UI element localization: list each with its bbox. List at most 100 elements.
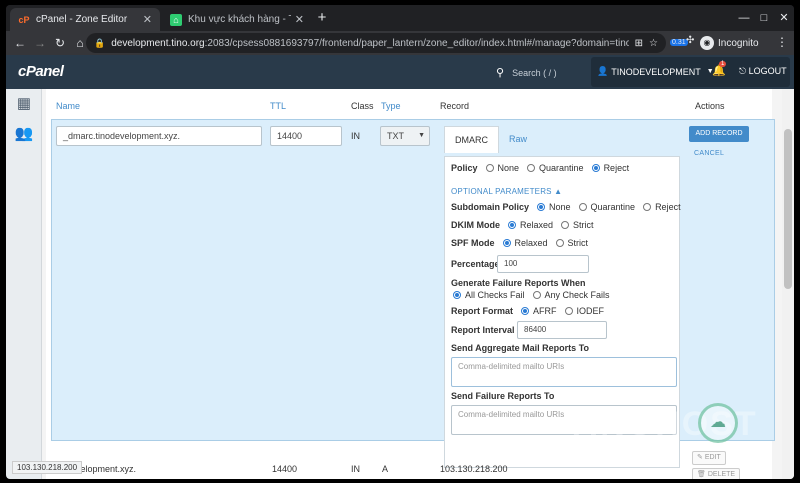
- row-ttl: 14400: [272, 464, 298, 474]
- subdomain-quarantine-radio[interactable]: [578, 203, 587, 211]
- header-name[interactable]: Name: [56, 101, 80, 111]
- optional-parameters-toggle[interactable]: OPTIONAL PARAMETERS ▲: [451, 187, 562, 196]
- header-type[interactable]: Type: [381, 101, 401, 111]
- tab-title: Khu vực khách hàng - Tino: [188, 14, 291, 25]
- edit-button[interactable]: ✎ EDIT: [692, 451, 726, 465]
- subdomain-policy-row: Subdomain Policy None Quarantine Reject: [451, 202, 681, 212]
- row-record: 103.130.218.200: [440, 464, 508, 474]
- user-menu[interactable]: 👤 TINODEVELOPMENT ▼: [597, 66, 714, 77]
- row-type: A: [382, 464, 389, 474]
- aggregate-label-row: Send Aggregate Mail Reports To: [451, 343, 590, 353]
- close-icon[interactable]: ✕: [143, 13, 152, 26]
- ttl-input[interactable]: 14400: [270, 126, 342, 146]
- browser-toolbar: ← → ↻ ⌂ 🔒 development.tino.org:2083/cpse…: [6, 31, 794, 55]
- tab-tino[interactable]: ⌂ Khu vực khách hàng - Tino ✕: [162, 8, 312, 31]
- cpanel-sidebar: ▦ 👥: [6, 89, 42, 479]
- scrollbar-thumb[interactable]: [784, 129, 792, 289]
- header-record: Record: [440, 101, 470, 111]
- report-format-row: Report Format AFRF IODEF: [451, 306, 605, 316]
- notification-badge: 1: [719, 61, 727, 67]
- name-input[interactable]: _dmarc.tinodevelopment.xyz.: [56, 126, 262, 146]
- tino-icon: ⌂: [170, 13, 182, 26]
- percentage-input[interactable]: 100: [497, 255, 589, 273]
- iodef-radio[interactable]: [564, 307, 573, 315]
- policy-reject-radio[interactable]: [591, 164, 600, 172]
- add-record-button[interactable]: ADD RECORD: [689, 126, 749, 142]
- forward-icon[interactable]: →: [30, 36, 50, 50]
- close-icon[interactable]: ✕: [295, 13, 304, 26]
- chevron-up-icon: ▲: [554, 187, 563, 196]
- report-interval-input[interactable]: 86400: [517, 321, 607, 339]
- record-tabs: DMARC Raw: [444, 126, 537, 153]
- browser-menu-icon[interactable]: ⋮: [776, 35, 788, 49]
- aggregate-reports-textarea[interactable]: Comma-delimited mailto URIs: [451, 357, 677, 387]
- grid-apps-icon[interactable]: ▦: [13, 95, 35, 113]
- cpanel-header: cPanel ⚲ Search ( / ) 👤 TINODEVELOPMENT …: [6, 55, 794, 89]
- tab-cpanel[interactable]: cP cPanel - Zone Editor ✕: [10, 8, 160, 31]
- all-checks-fail-radio[interactable]: [453, 291, 461, 299]
- any-check-fails-radio[interactable]: [532, 291, 541, 299]
- spf-mode-row: SPF Mode Relaxed Strict: [451, 238, 589, 248]
- url-text: development.tino.org:2083/cpsess08816937…: [111, 37, 629, 49]
- edit-record-row: _dmarc.tinodevelopment.xyz. 14400 IN TXT…: [51, 119, 775, 468]
- incognito-icon: ◉: [700, 36, 714, 50]
- subdomain-none-radio[interactable]: [537, 203, 546, 211]
- header-right: 👤 TINODEVELOPMENT ▼ 🔔 1 ⎋ LOGOUT: [591, 57, 790, 87]
- status-bar-url: 103.130.218.200: [12, 461, 83, 474]
- header-actions: Actions: [695, 101, 725, 111]
- cloud-logo-icon: ☁: [698, 403, 738, 443]
- failure-reports-label-row: Generate Failure Reports When: [451, 278, 586, 288]
- dkim-mode-row: DKIM Mode Relaxed Strict: [451, 220, 594, 230]
- class-value: IN: [351, 131, 360, 141]
- policy-quarantine-radio[interactable]: [527, 164, 536, 172]
- minimize-icon[interactable]: —: [736, 10, 752, 26]
- new-tab-icon[interactable]: +: [312, 9, 332, 26]
- translate-icon[interactable]: ⊞: [635, 38, 643, 49]
- tab-dmarc[interactable]: DMARC: [444, 126, 499, 153]
- spf-strict-radio[interactable]: [555, 239, 564, 247]
- dkim-strict-radio[interactable]: [561, 221, 570, 229]
- policy-none-radio[interactable]: [485, 164, 494, 172]
- cpanel-search[interactable]: ⚲ Search ( / ): [496, 66, 557, 79]
- reload-icon[interactable]: ↻: [50, 36, 70, 50]
- users-icon[interactable]: 👥: [13, 125, 35, 143]
- header-class: Class: [351, 101, 374, 111]
- back-icon[interactable]: ←: [10, 36, 30, 50]
- table-row: development.xyz. 14400 IN A 103.130.218.…: [46, 451, 772, 479]
- policy-row: Policy None Quarantine Reject: [451, 163, 630, 173]
- incognito-indicator[interactable]: ◉ Incognito: [700, 34, 759, 52]
- cpanel-icon: cP: [18, 14, 30, 25]
- maximize-icon[interactable]: □: [756, 10, 772, 26]
- report-interval-row: Report Interval: [451, 325, 515, 335]
- chevron-down-icon: ▼: [418, 132, 425, 139]
- page-scrollbar[interactable]: [782, 89, 794, 479]
- tab-strip: cP cPanel - Zone Editor ✕ ⌂ Khu vực khác…: [6, 5, 794, 31]
- lock-icon: 🔒: [94, 37, 106, 48]
- trash-icon: 🗑: [697, 471, 706, 478]
- extensions-puzzle-icon[interactable]: ✣: [686, 35, 694, 46]
- bookmark-star-icon[interactable]: ☆: [649, 38, 658, 49]
- type-select[interactable]: TXT ▼: [380, 126, 430, 146]
- delete-button[interactable]: 🗑 DELETE: [692, 468, 741, 479]
- failure-to-label-row: Send Failure Reports To: [451, 391, 555, 401]
- pencil-icon: ✎: [697, 454, 703, 461]
- failure-reports-options: All Checks Fail Any Check Fails: [451, 290, 616, 300]
- user-icon: 👤: [597, 66, 609, 76]
- window-close-icon[interactable]: ✕: [776, 10, 792, 26]
- search-icon: ⚲: [496, 67, 505, 79]
- logout-icon: ⎋: [739, 66, 747, 76]
- spf-relaxed-radio[interactable]: [502, 239, 511, 247]
- cpanel-logo[interactable]: cPanel: [18, 63, 64, 80]
- tab-title: cPanel - Zone Editor: [36, 14, 128, 25]
- header-ttl[interactable]: TTL: [270, 101, 286, 111]
- logout-link[interactable]: ⎋ LOGOUT: [739, 66, 787, 77]
- subdomain-reject-radio[interactable]: [643, 203, 652, 211]
- address-bar[interactable]: 🔒 development.tino.org:2083/cpsess088169…: [86, 33, 666, 53]
- notifications-bell-icon[interactable]: 🔔 1: [712, 61, 727, 77]
- row-class: IN: [351, 464, 360, 474]
- extension-badge[interactable]: 0.31: [670, 39, 688, 46]
- afrf-radio[interactable]: [521, 307, 530, 315]
- tab-raw[interactable]: Raw: [499, 126, 537, 153]
- cancel-link[interactable]: CANCEL: [694, 150, 724, 157]
- dkim-relaxed-radio[interactable]: [508, 221, 516, 229]
